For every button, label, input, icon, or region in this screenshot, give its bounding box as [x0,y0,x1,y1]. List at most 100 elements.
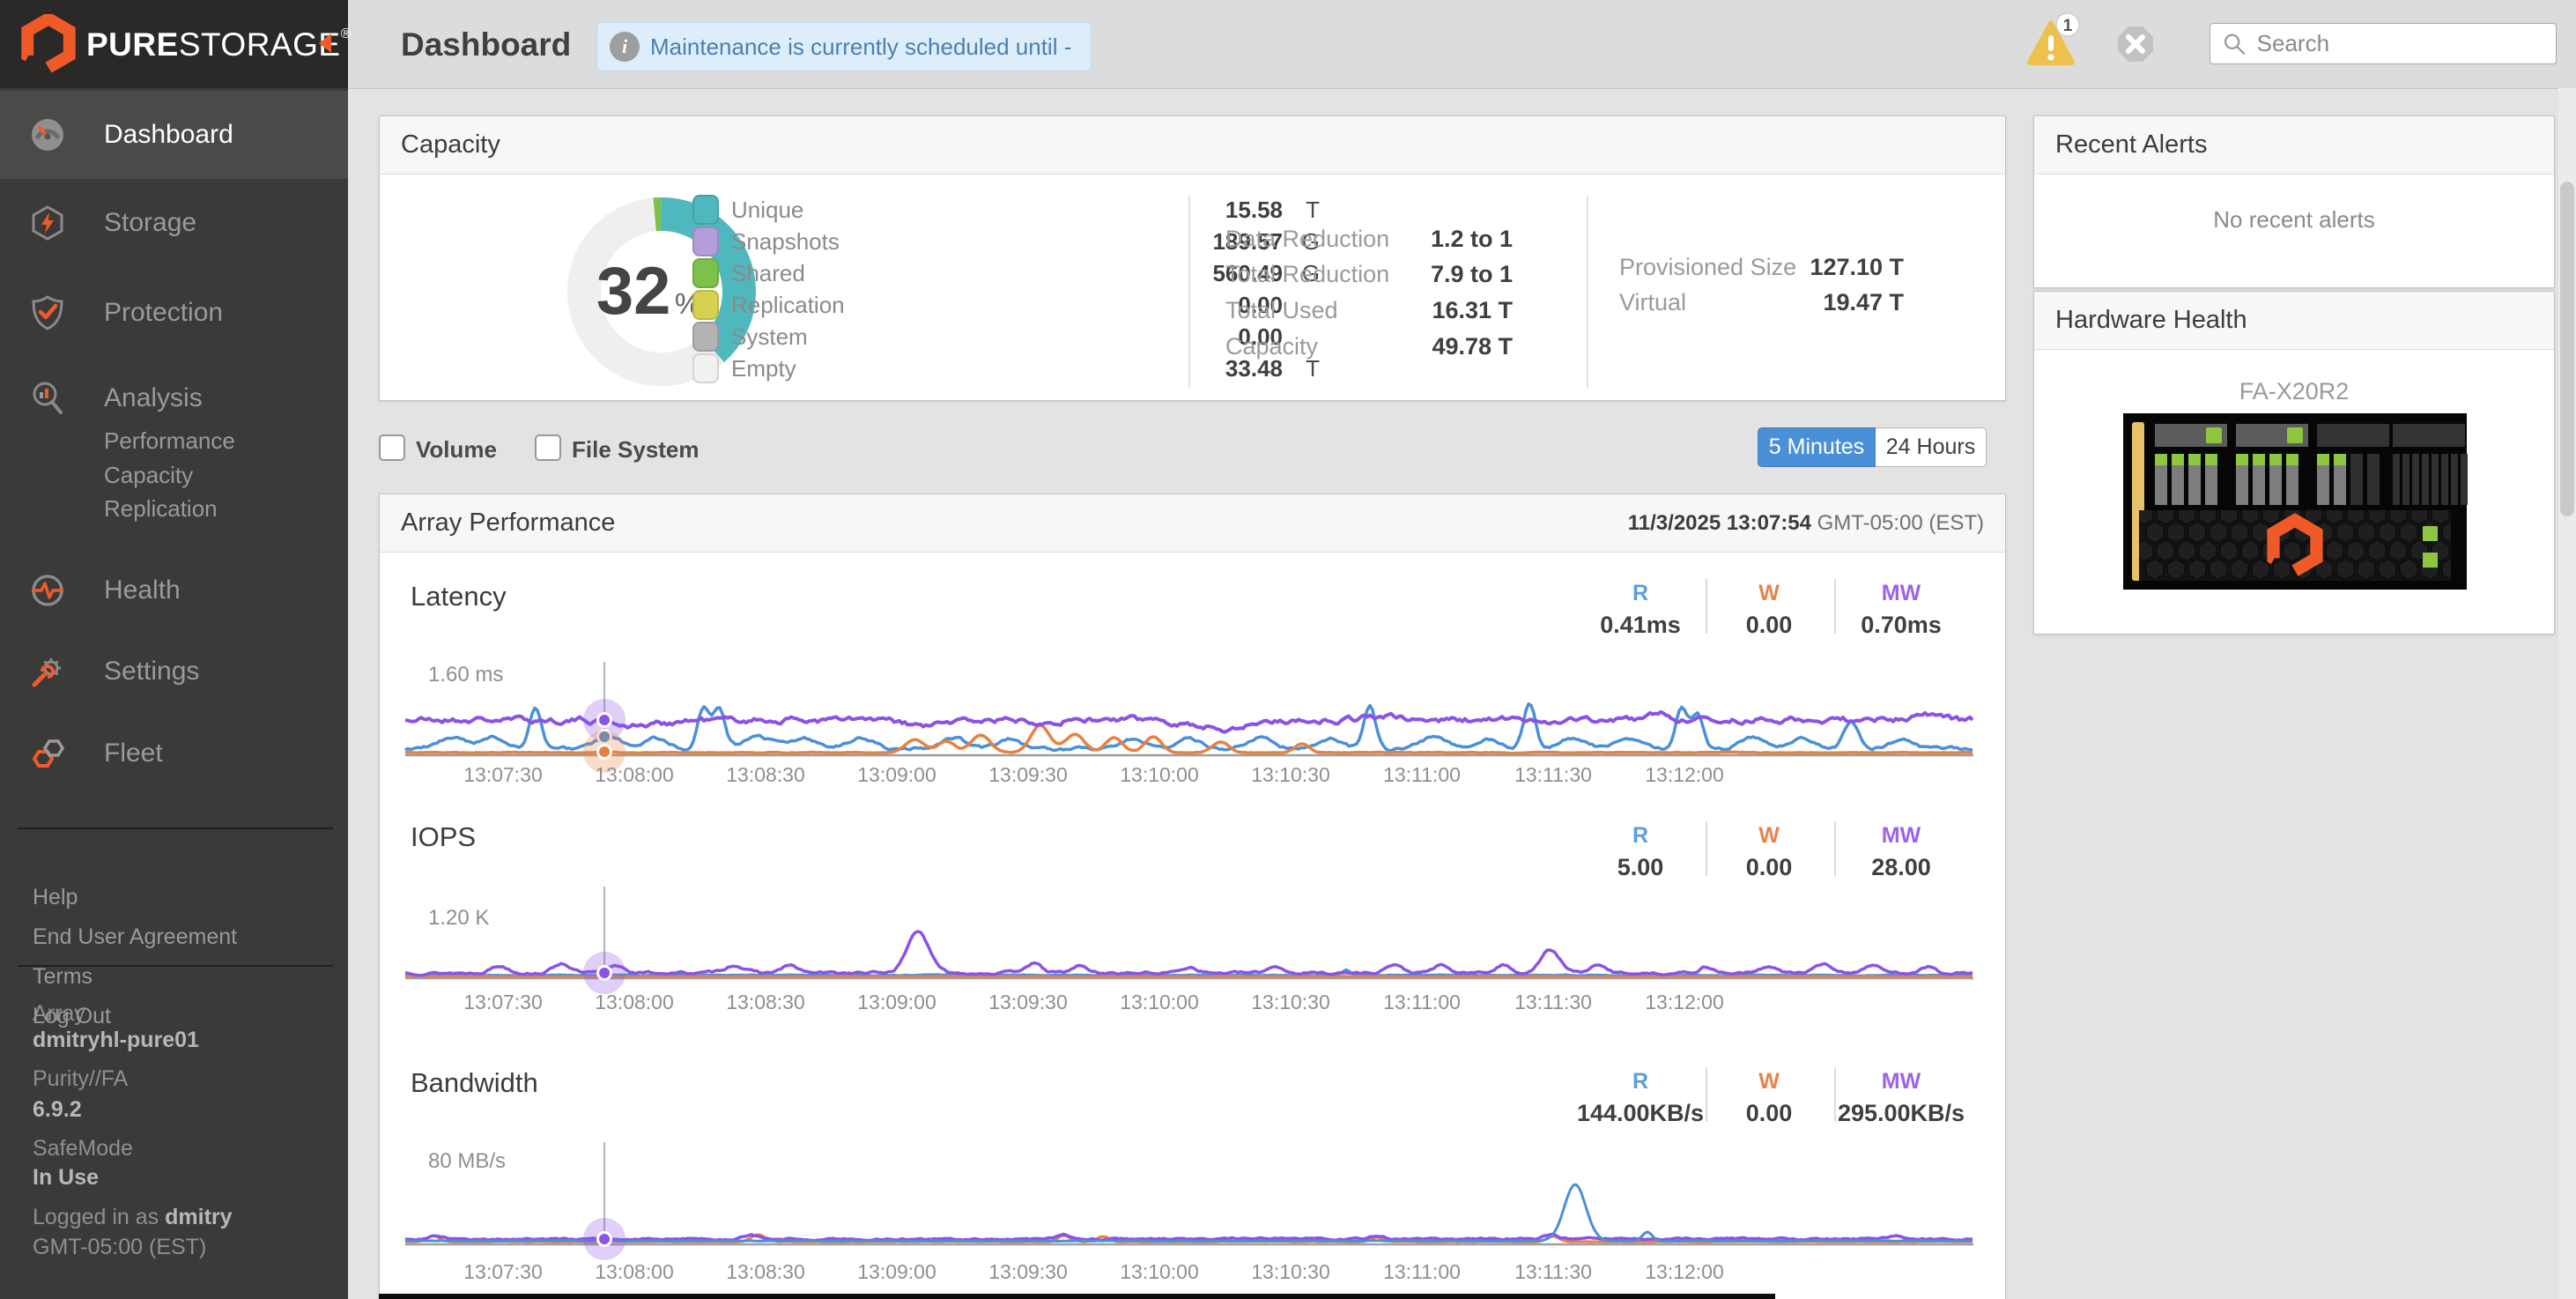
filesystem-checkbox[interactable] [535,434,561,461]
latency-chart[interactable] [404,662,1974,773]
hardware-chassis-image[interactable] [2123,413,2468,590]
bezel-led [2423,526,2438,541]
stat-value: 1.2 to 1 [1430,226,1513,252]
x-tick-label: 13:12:00 [1645,763,1724,786]
legend-value: 15.58 [1225,196,1283,223]
x-tick-label: 13:07:30 [463,763,543,786]
iops-x-axis: 13:07:30 13:08:00 13:08:30 13:09:00 13:09:30… [405,991,1973,1017]
safemode-value: In Use [33,1165,100,1190]
series-w-line [404,724,1973,755]
purity-label: Purity//FA [33,1066,129,1091]
chassis-module-led [2206,427,2222,443]
sidebar-item-label: Analysis [104,383,203,412]
alert-badge-count: 1 [2063,17,2073,35]
search-icon [2224,33,2246,55]
x-tick-label: 13:08:30 [726,1260,805,1283]
sidebar-item-label: Storage [104,208,197,237]
capacity-panel-title: Capacity [401,130,500,159]
series-r-line [404,1183,1973,1243]
drive-bar [2441,454,2448,505]
sidebar-item-performance[interactable]: Performance [104,427,235,455]
legend-swatch [692,226,719,256]
drive-bar-led [2317,454,2329,465]
sidebar-item-settings[interactable]: Settings [0,634,348,709]
bandwidth-x-axis: 13:07:30 13:08:00 13:08:30 13:09:00 13:09:30… [405,1260,1973,1287]
drive-bar-led [2188,454,2201,465]
stat-label: Capacity [1225,333,1319,360]
scrollbar-thumb[interactable] [2560,182,2574,516]
drive-bar [2432,454,2439,505]
donut-percent-value: 32 [596,254,671,329]
warning-triangle-icon: 1 [2027,12,2080,65]
x-tick-label: 13:10:30 [1251,991,1330,1013]
x-tick-label: 13:10:00 [1120,763,1199,786]
sidebar-item-dashboard[interactable]: Dashboard [0,91,348,179]
sidebar-collapse-icon[interactable] [319,33,331,53]
legend-label: Snapshots [731,227,840,255]
stat-mw-label: MW [1881,1069,1921,1094]
stat-value: 19.47 T [1823,289,1904,315]
sidebar-item-protection[interactable]: Protection [0,275,348,351]
stat-value: 7.9 to 1 [1430,261,1513,287]
sidebar-divider [18,828,333,829]
sidebar-item-analysis[interactable]: Analysis [0,360,348,436]
capacity-divider-1 [1188,196,1190,388]
x-tick-label: 13:10:30 [1251,763,1330,786]
sidebar-item-fleet[interactable]: Fleet [0,716,348,791]
drive-bar-led [2253,454,2265,465]
alerts-indicator[interactable]: 1 [2019,12,2083,76]
recent-alerts-panel: Recent Alerts No recent alerts [2033,115,2555,288]
stat-mw-value: 28.00 [1871,854,1931,880]
latency-section-title: Latency [411,581,507,612]
series-mw-line [404,709,1974,734]
sidebar-item-capacity[interactable]: Capacity [104,462,193,489]
x-tick-label: 13:08:00 [595,991,674,1013]
time-toggle-5-minutes[interactable]: 5 Minutes [1758,427,1876,467]
gauge-icon [32,119,63,151]
iops-chart[interactable] [404,887,1973,994]
purestorage-logo-icon [19,14,78,72]
x-tick-label: 13:09:00 [857,1260,936,1283]
drive-bar [2367,454,2380,505]
logout-link[interactable]: Log Out [33,1004,111,1029]
no-recent-alerts-message: No recent alerts [2213,206,2375,233]
volume-checkbox[interactable] [379,434,405,461]
drive-bar [2402,454,2409,505]
stat-value: 127.10 T [1810,254,1904,280]
iops-section-title: IOPS [411,821,477,852]
timestamp-datetime: 11/3/2025 13:07:54 [1627,510,1811,535]
drive-bar-led [2334,454,2346,465]
timestamp-timezone: GMT-05:00 (EST) [1810,510,1984,535]
search-input[interactable] [2254,29,2543,58]
terms-link[interactable]: Terms [33,964,93,990]
x-tick-label: 13:11:30 [1514,991,1592,1013]
settings-icon [32,658,61,687]
series-r-line [404,702,1973,753]
bandwidth-stat-mw: MW 295.00KB/s [1822,1069,1980,1127]
eula-link[interactable]: End User Agreement [33,924,237,950]
sidebar-item-storage[interactable]: Storage [0,185,348,261]
volume-checkbox-label: Volume [416,436,497,463]
hardware-health-header: Hardware Health [2034,292,2554,350]
storage-icon [32,205,63,241]
drive-bar [2461,454,2468,505]
x-tick-label: 13:12:00 [1645,991,1724,1013]
help-link[interactable]: Help [33,885,78,910]
stat-mw-label: MW [1881,581,1921,605]
logged-in-user: dmitry [165,1205,233,1229]
sidebar: PURESTORAGE® Dashboard Storage Protectio… [0,0,351,1299]
sidebar-item-replication[interactable]: Replication [104,495,218,523]
sidebar-item-health[interactable]: Health [0,553,348,628]
chassis-bezel [2139,510,2451,581]
time-toggle-24-hours[interactable]: 24 Hours [1876,427,1987,467]
maintenance-banner[interactable]: i Maintenance is currently scheduled unt… [596,22,1092,71]
x-tick-label: 13:08:00 [595,1260,674,1283]
scrollbar-track[interactable] [2558,88,2576,1299]
legend-swatch [692,353,719,383]
x-tick-label: 13:11:00 [1383,991,1461,1013]
performance-timestamp: 11/3/2025 13:07:54 GMT-05:00 (EST) [1628,511,1984,536]
chassis-module [2317,424,2389,447]
dismiss-button[interactable] [2116,25,2155,63]
maintenance-banner-text: Maintenance is currently scheduled until… [650,33,1072,60]
bandwidth-chart[interactable] [404,1142,1973,1260]
